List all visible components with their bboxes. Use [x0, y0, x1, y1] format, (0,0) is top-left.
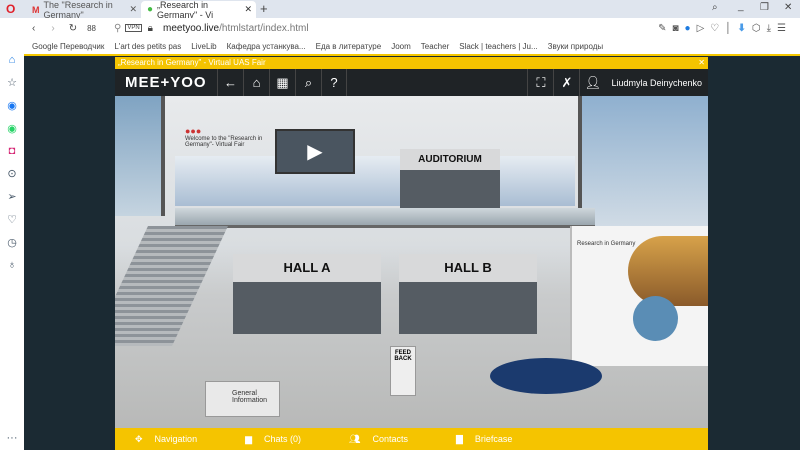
bottom-toolbar: ✥ Navigation ▆ Chats (0) 👥︎ Contacts ▇ Brief…	[115, 428, 708, 450]
welcome-sign: ●●● Welcome to the "Research in Germany"-…	[185, 126, 263, 148]
folder-icon: ▇	[455, 433, 463, 444]
mute-button[interactable]: ✗	[553, 69, 579, 96]
bookmark[interactable]: Teacher	[421, 42, 449, 51]
help-button[interactable]: ?	[321, 69, 347, 96]
key-icon: ⚲	[113, 22, 122, 34]
close-tab-icon[interactable]: ✕	[244, 4, 252, 15]
gmail-icon: M	[32, 4, 40, 15]
close-window-button[interactable]: ✕	[784, 2, 792, 13]
meetyoo-logo: MEE+YOO	[125, 74, 207, 91]
move-icon: ✥	[135, 433, 143, 444]
whatsapp-icon[interactable]: ◉	[7, 122, 17, 135]
url-field[interactable]: meetyoo.live/htmlstart/index.html	[163, 23, 309, 34]
search-button[interactable]: ⌕	[295, 69, 321, 96]
chat-icon: ▆	[245, 433, 252, 444]
right-window	[578, 96, 708, 226]
hall-a-entrance[interactable]: HALL A	[233, 254, 381, 334]
app-title-bar: „Research in Germany" - Virtual UAS Fair…	[115, 57, 708, 69]
video-screen[interactable]: ▶	[275, 129, 355, 174]
virtual-hall-scene[interactable]: ●●● Welcome to the "Research in Germany"-…	[115, 96, 708, 428]
user-icon[interactable]: 👤︎	[579, 69, 605, 96]
close-icon[interactable]: ✕	[698, 57, 705, 69]
chats-button[interactable]: ▆ Chats (0)	[245, 434, 301, 445]
opera-logo-icon[interactable]: O	[6, 2, 15, 16]
more-icon[interactable]: ···	[7, 432, 18, 444]
speed-dial-icon[interactable]: 88	[87, 24, 96, 33]
address-bar: ‹ › ↻ 88 ⚲ VPN 🔒︎ meetyoo.live/htmlstart…	[24, 18, 800, 38]
messenger-icon[interactable]: ◉	[7, 99, 17, 112]
search-tabs-icon[interactable]: ⌕	[712, 2, 718, 13]
scientist-image	[633, 296, 678, 341]
balcony	[175, 208, 595, 228]
lounge-rug	[490, 358, 602, 394]
site-icon: ●	[147, 4, 154, 15]
send-icon[interactable]: ➢	[7, 190, 16, 203]
history-icon[interactable]: ◷	[7, 236, 17, 249]
back-arrow-button[interactable]: ←	[217, 69, 243, 96]
tab-gmail[interactable]: M The "Research in Germany" ✕	[26, 0, 141, 20]
hall-b-entrance[interactable]: HALL B	[399, 254, 537, 334]
back-button[interactable]: ‹	[32, 23, 35, 34]
fullscreen-button[interactable]: ⛶	[527, 69, 553, 96]
skyline	[175, 156, 575, 206]
bookmark[interactable]: Еда в литературе	[316, 42, 382, 51]
info-desk[interactable]: General Information	[205, 381, 280, 417]
left-window	[115, 96, 165, 216]
restore-button[interactable]: ❐	[760, 2, 769, 13]
calendar-button[interactable]: ▦	[269, 69, 295, 96]
toolbar-icons[interactable]: ✎◙●▷♡│⬇⬡⤓☰	[658, 23, 792, 34]
feedback-stand[interactable]: FEED BACK	[390, 346, 416, 396]
bookmark[interactable]: LiveLib	[191, 42, 216, 51]
app-nav: MEE+YOO ← ⌂ ▦ ⌕ ? ⛶ ✗ 👤︎ Liudmyla Deinyc…	[115, 69, 708, 96]
research-booth[interactable]: Research in Germany	[570, 226, 708, 366]
bookmark[interactable]: Slack | teachers | Ju...	[459, 42, 537, 51]
vpn-badge[interactable]: VPN	[125, 24, 142, 32]
briefcase-button[interactable]: ▇ Briefcase	[456, 434, 512, 445]
home-button[interactable]: ⌂	[243, 69, 269, 96]
bookmarks-bar: Google Переводчик L'art des petits pas L…	[24, 38, 800, 56]
tab-research[interactable]: ● „Research in Germany" - Vi ✕	[141, 0, 256, 20]
user-name[interactable]: Liudmyla Deinychenko	[605, 78, 708, 88]
star-icon[interactable]: ☆	[7, 76, 17, 89]
heart-icon[interactable]: ♡	[7, 213, 17, 226]
lock-icon: 🔒︎	[147, 22, 153, 34]
play-icon[interactable]: ▶	[307, 139, 322, 164]
bookmark[interactable]: Joom	[391, 42, 411, 51]
brandenburg-gate-image	[628, 236, 708, 306]
bookmark[interactable]: Google Переводчик	[32, 42, 104, 51]
staircase	[115, 226, 228, 346]
reload-button[interactable]: ↻	[69, 23, 77, 34]
bookmark[interactable]: Звуки природы	[548, 42, 604, 51]
contacts-button[interactable]: 👥︎ Contacts	[349, 434, 408, 445]
bulb-icon[interactable]: ♁	[8, 259, 16, 271]
player-icon[interactable]: ⊙	[7, 167, 16, 180]
home-icon[interactable]: ⌂	[9, 54, 16, 66]
new-tab-button[interactable]: +	[260, 1, 268, 16]
navigation-button[interactable]: ✥ Navigation	[135, 434, 197, 445]
minimize-button[interactable]: _	[738, 1, 744, 12]
app-frame: „Research in Germany" - Virtual UAS Fair…	[115, 57, 708, 450]
contacts-icon: 👥︎	[349, 433, 361, 444]
bookmark[interactable]: Кафедра устанкува...	[227, 42, 306, 51]
opera-sidebar: ⌂ ☆ ◉ ◉ ◘ ⊙ ➢ ♡ ◷ ♁ ···	[0, 18, 24, 450]
bookmark[interactable]: L'art des petits pas	[114, 42, 181, 51]
close-tab-icon[interactable]: ✕	[129, 4, 137, 15]
tab-bar: O M The "Research in Germany" ✕ ● „Research…	[0, 0, 800, 20]
instagram-icon[interactable]: ◘	[9, 145, 16, 157]
forward-button[interactable]: ›	[51, 23, 54, 34]
